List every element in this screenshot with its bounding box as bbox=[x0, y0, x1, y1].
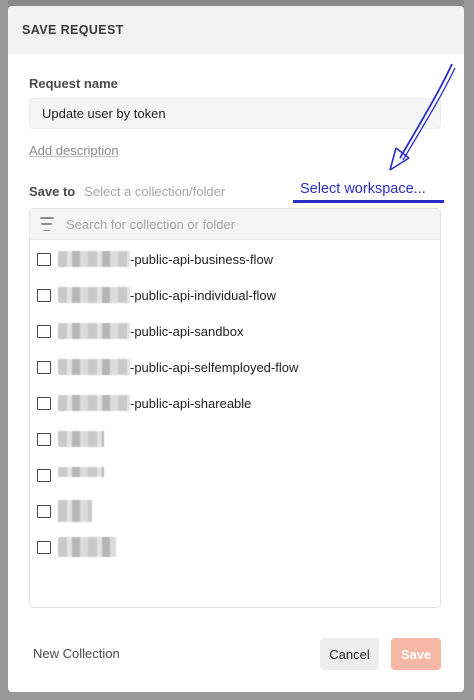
backdrop bbox=[0, 0, 8, 700]
collection-item-label: -public-api-business-flow bbox=[130, 251, 274, 267]
collection-folder-icon bbox=[37, 288, 51, 302]
collection-folder-icon bbox=[37, 324, 51, 338]
redacted-name bbox=[58, 287, 130, 303]
redacted-name bbox=[58, 500, 92, 522]
add-description-link[interactable]: Add description bbox=[29, 143, 119, 158]
redacted-name bbox=[58, 395, 130, 411]
collection-item[interactable]: -public-api-sandbox bbox=[30, 317, 440, 345]
redacted-name bbox=[58, 359, 130, 375]
cancel-button[interactable]: Cancel bbox=[320, 638, 379, 670]
collection-picker: -public-api-business-flow -public-api-in… bbox=[29, 208, 441, 608]
redacted-name bbox=[58, 431, 104, 447]
request-name-input[interactable] bbox=[29, 98, 441, 129]
redacted-name bbox=[58, 251, 130, 267]
save-to-path: Select a collection/folder bbox=[84, 184, 226, 199]
collection-item[interactable]: -public-api-shareable bbox=[30, 389, 440, 417]
redacted-name bbox=[58, 323, 130, 339]
collection-item[interactable] bbox=[30, 461, 440, 489]
collection-item[interactable]: -public-api-business-flow bbox=[30, 245, 440, 273]
collection-folder-icon bbox=[37, 504, 51, 518]
collection-search-input[interactable] bbox=[66, 216, 406, 232]
select-workspace-link[interactable]: Select workspace... bbox=[300, 181, 426, 197]
collection-search-row bbox=[30, 209, 440, 240]
collection-item-label: -public-api-sandbox bbox=[130, 323, 244, 339]
save-request-modal: SAVE REQUEST Request name Add descriptio… bbox=[8, 6, 464, 692]
collection-folder-icon bbox=[37, 252, 51, 266]
collection-item[interactable] bbox=[30, 533, 440, 561]
new-collection-link[interactable]: New Collection bbox=[33, 646, 120, 661]
redacted-name bbox=[58, 467, 104, 477]
collection-item[interactable] bbox=[30, 425, 440, 453]
modal-header: SAVE REQUEST bbox=[8, 6, 464, 54]
collection-item-label: -public-api-individual-flow bbox=[130, 287, 276, 303]
request-name-label: Request name bbox=[29, 76, 118, 91]
filter-icon bbox=[40, 217, 58, 231]
collection-folder-icon bbox=[37, 432, 51, 446]
backdrop bbox=[464, 0, 474, 700]
modal-title: SAVE REQUEST bbox=[22, 23, 124, 37]
collection-folder-icon bbox=[37, 540, 51, 554]
collection-item-label: -public-api-selfemployed-flow bbox=[130, 359, 299, 375]
collection-item[interactable]: -public-api-selfemployed-flow bbox=[30, 353, 440, 381]
collection-folder-icon bbox=[37, 468, 51, 482]
collection-item[interactable]: -public-api-individual-flow bbox=[30, 281, 440, 309]
collection-folder-icon bbox=[37, 396, 51, 410]
collection-item[interactable] bbox=[30, 497, 440, 525]
annotation-underline bbox=[293, 200, 444, 203]
save-to-label: Save to bbox=[29, 184, 76, 199]
collection-item-label: -public-api-shareable bbox=[130, 395, 252, 411]
collection-folder-icon bbox=[37, 360, 51, 374]
redacted-name bbox=[58, 537, 116, 557]
save-button[interactable]: Save bbox=[391, 638, 441, 670]
